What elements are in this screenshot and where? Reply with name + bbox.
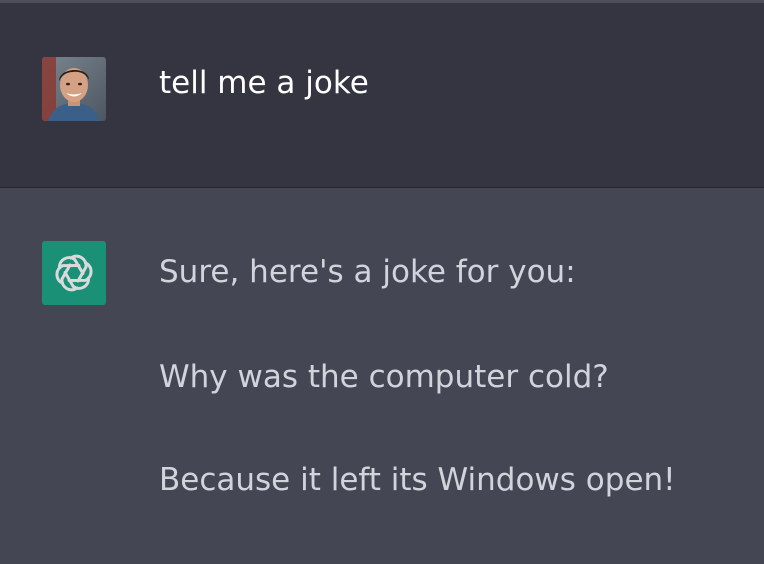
assistant-paragraph-1: Sure, here's a joke for you:	[159, 254, 576, 290]
user-photo-image	[42, 57, 106, 121]
user-message-text: tell me a joke	[159, 65, 369, 101]
openai-knot-icon	[55, 254, 93, 292]
user-avatar	[42, 57, 106, 121]
assistant-paragraph-2: Why was the computer cold?	[159, 359, 609, 395]
user-message-row: tell me a joke	[0, 3, 764, 187]
openai-logo-icon	[42, 241, 106, 305]
assistant-paragraph-3: Because it left its Windows open!	[159, 462, 676, 498]
assistant-message-row: Sure, here's a joke for you: Why was the…	[0, 188, 764, 564]
